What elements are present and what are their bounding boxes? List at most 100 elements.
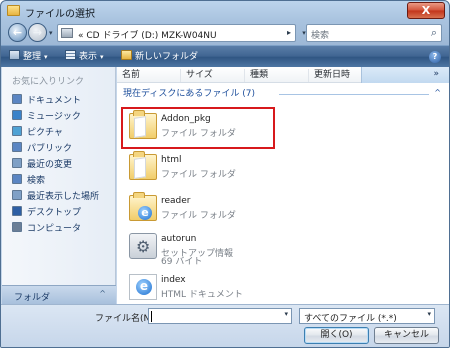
sidebar-item-label: 検索 [27, 176, 46, 186]
navigation-pane: お気に入りリンク ドキュメント ミュージック ピクチャ パブリック 最近の変更 … [2, 67, 116, 285]
address-bar[interactable]: « CD ドライブ (D:) MZK-W04NU ▸ [57, 24, 296, 42]
collapse-icon[interactable]: ^ [434, 86, 441, 100]
file-item-html[interactable]: html ファイル フォルダ [123, 150, 273, 188]
pictures-icon [12, 126, 22, 136]
sidebar-item-label: ドキュメント [27, 96, 82, 106]
forward-button[interactable]: → [28, 23, 47, 42]
file-item-index[interactable]: index HTML ドキュメント [123, 270, 273, 304]
favorite-links-header: お気に入りリンク [12, 77, 85, 87]
sidebar-item-recent-changes[interactable]: 最近の変更 [12, 158, 72, 171]
sidebar-item-computer[interactable]: コンピュータ [12, 222, 81, 235]
window-title: ファイルの選択 [25, 9, 95, 20]
file-name: html [161, 155, 182, 165]
sidebar-item-search[interactable]: 検索 [12, 174, 45, 187]
open-button[interactable]: 開く(O) [304, 327, 369, 344]
folders-label: フォルダ [14, 293, 51, 303]
group-header[interactable]: 現在ディスクにあるファイル (7) ^ [123, 87, 443, 101]
column-size[interactable]: サイズ [181, 69, 245, 82]
file-item-reader[interactable]: reader ファイル フォルダ [123, 191, 273, 229]
file-size: 69 バイト [161, 257, 203, 267]
organize-icon [9, 50, 20, 60]
organize-label: 整理 [23, 52, 42, 62]
file-type: HTML ドキュメント [161, 290, 243, 300]
views-label: 表示 [79, 52, 98, 62]
ie-folder-icon [129, 192, 157, 221]
file-type: ファイル フォルダ [161, 170, 236, 180]
help-icon[interactable]: ? [429, 51, 441, 63]
file-name: reader [161, 196, 191, 206]
sidebar-item-documents[interactable]: ドキュメント [12, 94, 81, 107]
title-bar: ファイルの選択 X [1, 1, 449, 21]
file-name: index [161, 275, 186, 285]
file-name: Addon_pkg [161, 114, 211, 124]
close-button[interactable]: X [407, 2, 445, 19]
file-item-addon-pkg[interactable]: Addon_pkg ファイル フォルダ [121, 107, 275, 149]
column-name[interactable]: 名前 [117, 69, 181, 82]
public-icon [12, 142, 22, 152]
double-chevron-right-icon: » [433, 69, 439, 79]
more-columns-button[interactable]: » [361, 67, 449, 83]
file-name: autorun [161, 234, 197, 244]
text-cursor [151, 311, 152, 322]
music-icon [12, 110, 22, 120]
new-folder-button[interactable]: 新しいフォルダ [121, 50, 198, 64]
sidebar-item-label: ミュージック [27, 112, 81, 122]
views-button[interactable]: 表示 ▾ [65, 50, 104, 64]
group-divider [279, 94, 429, 95]
html-file-icon [129, 274, 157, 300]
drive-icon [61, 28, 73, 38]
filename-input[interactable]: ▾ [148, 308, 292, 324]
recent-places-icon [12, 190, 22, 200]
sidebar-item-desktop[interactable]: デスクトップ [12, 206, 81, 219]
chevron-down-icon: ▾ [44, 53, 48, 61]
cancel-button[interactable]: キャンセル [374, 327, 439, 344]
sidebar-item-pictures[interactable]: ピクチャ [12, 126, 63, 139]
file-type: ファイル フォルダ [161, 129, 236, 139]
new-folder-label: 新しいフォルダ [135, 52, 199, 62]
setup-file-icon [129, 233, 157, 259]
chevron-down-icon: ▾ [100, 53, 104, 61]
column-header-row: 名前 サイズ 種類 更新日時 » [117, 67, 449, 83]
views-icon [65, 50, 76, 60]
sidebar-item-recent-places[interactable]: 最近表示した場所 [12, 190, 99, 203]
documents-icon [12, 94, 22, 104]
recent-changes-icon [12, 158, 22, 168]
dialog-icon [7, 5, 20, 16]
column-type[interactable]: 種類 [245, 69, 309, 82]
search-box[interactable]: 検索 ⌕ [306, 24, 442, 42]
file-item-autorun[interactable]: autorun セットアップ情報 69 バイト [123, 229, 273, 267]
new-folder-icon [121, 50, 132, 60]
file-type: ファイル フォルダ [161, 211, 236, 221]
address-arrow-icon[interactable]: ▸ [287, 28, 291, 37]
computer-icon [12, 222, 22, 232]
folder-icon [129, 151, 157, 180]
sidebar-item-label: パブリック [27, 144, 73, 154]
dialog-footer: ファイル名(N): ▾ すべてのファイル (*.*) ▾ 開く(O) キャンセル [1, 304, 449, 347]
sidebar-item-label: 最近の変更 [27, 160, 73, 170]
desktop-icon [12, 206, 22, 216]
chevron-up-icon: ^ [99, 289, 106, 298]
recent-pages-dropdown-icon[interactable]: ▾ [49, 29, 53, 37]
address-text: « CD ドライブ (D:) MZK-W04NU [78, 31, 217, 41]
group-label: 現在ディスクにあるファイル (7) [123, 89, 255, 99]
sidebar-item-public[interactable]: パブリック [12, 142, 72, 155]
chevron-down-icon[interactable]: ▾ [427, 310, 431, 318]
organize-button[interactable]: 整理 ▾ [9, 50, 48, 64]
navigation-bar: ← → ▾ « CD ドライブ (D:) MZK-W04NU ▸ ▾ 検索 ⌕ [1, 21, 449, 45]
file-type-filter-value: すべてのファイル (*.*) [304, 314, 397, 324]
back-button[interactable]: ← [8, 23, 27, 42]
folders-toggle[interactable]: フォルダ ^ [2, 285, 116, 304]
search-icon[interactable]: ⌕ [431, 26, 437, 40]
file-open-dialog: ファイルの選択 X ← → ▾ « CD ドライブ (D:) MZK-W04NU… [0, 0, 450, 348]
file-type-filter[interactable]: すべてのファイル (*.*) ▾ [299, 308, 435, 324]
search-folder-icon [12, 174, 22, 184]
sidebar-item-music[interactable]: ミュージック [12, 110, 81, 123]
chevron-down-icon[interactable]: ▾ [284, 310, 288, 318]
folder-icon [129, 110, 157, 139]
command-toolbar: 整理 ▾ 表示 ▾ 新しいフォルダ ? [1, 45, 449, 67]
search-placeholder: 検索 [311, 31, 330, 41]
file-list: 名前 サイズ 種類 更新日時 » 現在ディスクにあるファイル (7) ^ Add… [117, 67, 449, 304]
sidebar-item-label: ピクチャ [27, 128, 63, 138]
sidebar-item-label: 最近表示した場所 [27, 192, 100, 202]
column-modified[interactable]: 更新日時 [309, 69, 369, 82]
